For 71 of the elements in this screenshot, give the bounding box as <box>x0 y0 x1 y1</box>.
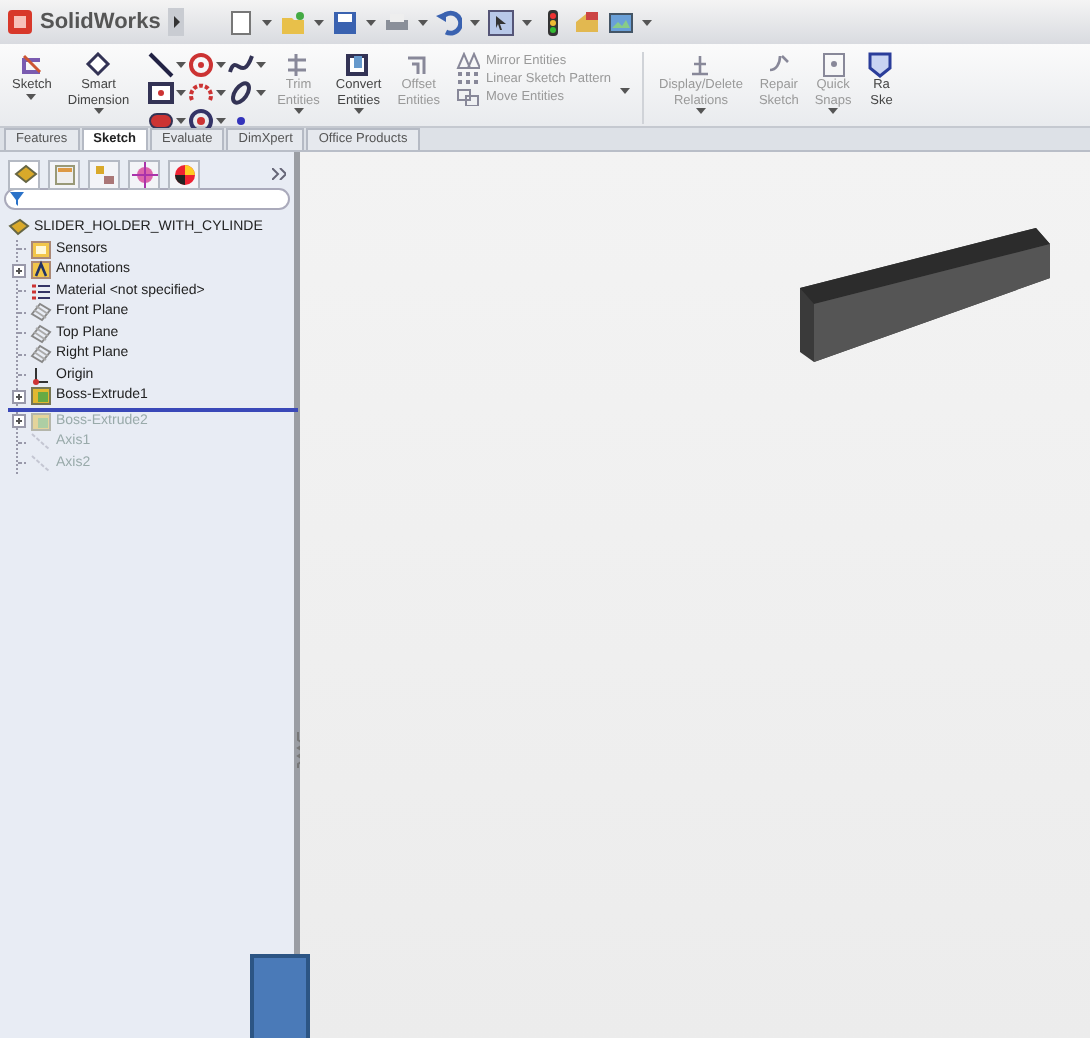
sketch-icon <box>17 52 46 78</box>
extrude-feature-icon <box>30 411 52 432</box>
appearance-icon <box>171 161 197 187</box>
caret-icon[interactable] <box>255 90 266 96</box>
rectangle-tool-icon[interactable] <box>147 80 174 106</box>
caret-icon[interactable] <box>215 62 226 68</box>
caret-icon[interactable] <box>470 19 481 25</box>
appearance-tab[interactable] <box>168 159 200 189</box>
line-tool-icon[interactable] <box>147 52 174 78</box>
plane-icon <box>30 323 52 344</box>
crosshair-icon <box>131 161 157 187</box>
property-icon <box>51 161 77 187</box>
spline-tool-icon[interactable] <box>227 52 254 78</box>
sensors-folder-icon <box>30 239 52 260</box>
property-tab[interactable] <box>48 159 80 189</box>
expand-icon[interactable] <box>12 414 26 429</box>
rapid-sketch-icon <box>867 52 896 78</box>
caret-icon[interactable] <box>175 90 186 96</box>
axis-icon <box>30 432 52 453</box>
extrude-feature-icon <box>30 386 52 407</box>
caret-icon[interactable] <box>619 88 630 94</box>
screen-icon[interactable] <box>608 9 635 35</box>
slot-tool-icon[interactable] <box>147 108 174 134</box>
caret-icon[interactable] <box>262 19 273 25</box>
undo-icon[interactable] <box>436 9 463 35</box>
filter-field[interactable] <box>4 188 290 210</box>
caret-icon[interactable] <box>93 108 104 114</box>
expand-icon[interactable] <box>12 263 26 278</box>
options-icon[interactable] <box>574 9 601 35</box>
caret-icon[interactable] <box>26 93 37 99</box>
open-folder-icon[interactable] <box>280 9 307 35</box>
material-icon <box>30 281 52 302</box>
caret-icon[interactable] <box>175 62 186 68</box>
configuration-icon <box>91 161 117 187</box>
save-icon[interactable] <box>332 9 359 35</box>
feature-tree-tab[interactable] <box>8 159 40 189</box>
configuration-tab[interactable] <box>88 159 120 189</box>
caret-icon[interactable] <box>215 118 226 124</box>
axis-icon <box>30 453 52 474</box>
new-document-icon[interactable] <box>228 9 255 35</box>
annotations-folder-icon <box>30 260 52 281</box>
caret-icon[interactable] <box>642 19 653 25</box>
snaps-icon <box>819 52 848 78</box>
caret-icon[interactable] <box>175 118 186 124</box>
caret-icon[interactable] <box>353 108 364 114</box>
caret-icon[interactable] <box>314 19 325 25</box>
circle-tool-icon[interactable] <box>187 52 214 78</box>
ellipse-tool-icon[interactable] <box>227 80 254 106</box>
overlay-panel <box>250 954 310 1038</box>
pattern-icon <box>456 70 481 88</box>
part-icon <box>8 218 30 239</box>
dimension-icon <box>84 52 113 78</box>
caret-icon[interactable] <box>418 19 429 25</box>
crosshair-tab[interactable] <box>128 159 160 189</box>
arc-tool-icon[interactable] <box>187 80 214 106</box>
plane-icon <box>30 344 52 365</box>
convert-icon <box>344 52 373 78</box>
polygon-tool-icon[interactable] <box>187 108 214 134</box>
caret-icon[interactable] <box>366 19 377 25</box>
caret-icon[interactable] <box>522 19 533 25</box>
logo-icon <box>8 10 32 34</box>
mirror-icon <box>456 52 481 70</box>
origin-icon <box>30 365 52 386</box>
plane-icon <box>30 302 52 323</box>
expand-icon[interactable] <box>12 389 26 404</box>
app-title: SolidWorks <box>40 7 161 38</box>
caret-icon[interactable] <box>255 62 266 68</box>
select-icon[interactable] <box>488 9 515 35</box>
more-tabs-icon[interactable] <box>272 168 286 180</box>
caret-icon[interactable] <box>215 90 226 96</box>
move-icon <box>456 88 481 106</box>
